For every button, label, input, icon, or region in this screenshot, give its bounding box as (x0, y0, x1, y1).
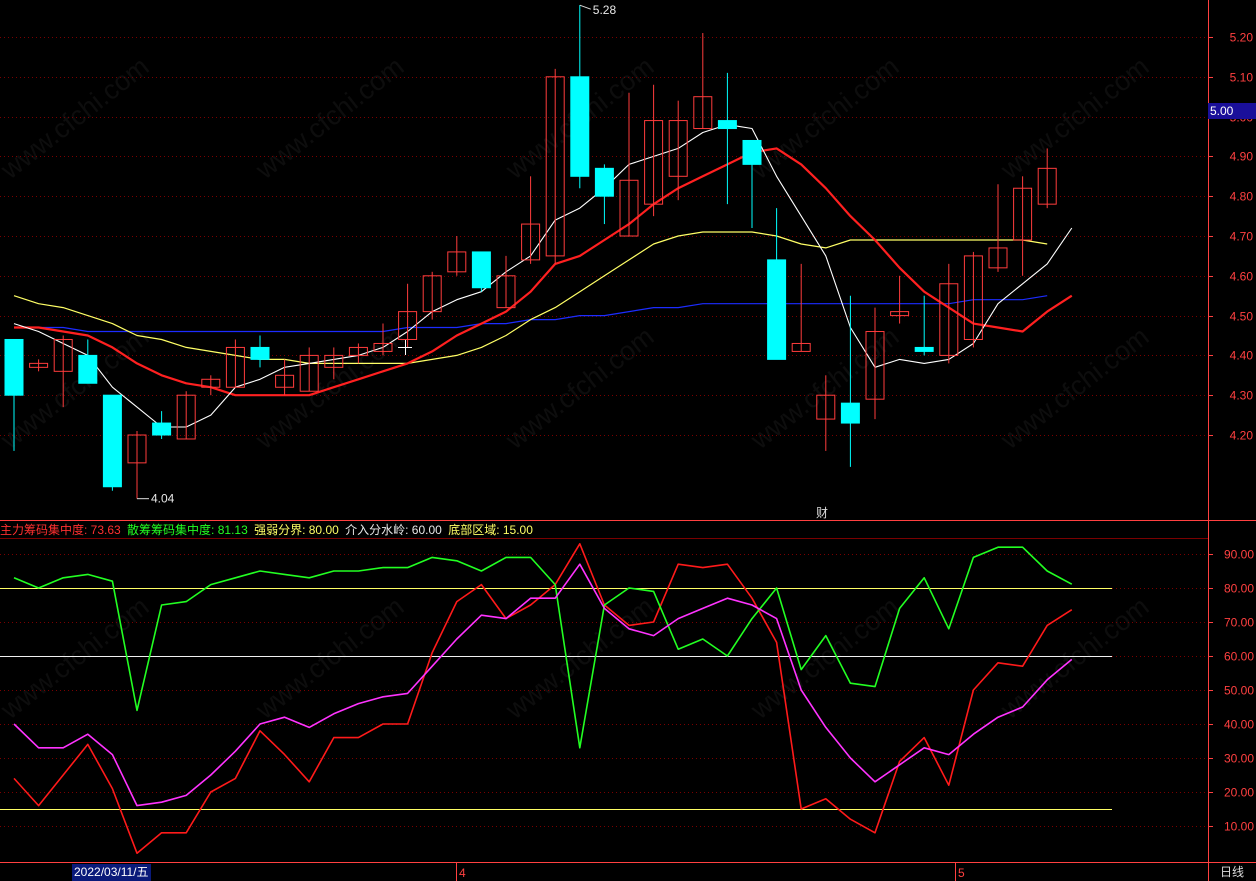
legend-main-chip: 主力筹码集中度: 73.63 (0, 523, 121, 537)
indicator-tick-label: 90.00 (1224, 548, 1254, 562)
ma10-line (14, 147, 1073, 397)
watermark-text: www.cfchi.com (994, 591, 1154, 725)
candle-body (594, 167, 614, 197)
indicator-tick-label: 40.00 (1224, 718, 1254, 732)
retail-chip-line (13, 546, 1073, 749)
candle-body (102, 394, 122, 488)
candle-body (742, 139, 762, 165)
low-price-label: 4.04 (151, 492, 175, 506)
indicator-tick-label: 50.00 (1224, 684, 1254, 698)
indicator-tick-label: 80.00 (1224, 582, 1254, 596)
legend-retail-chip: 散筹筹码集中度: 81.13 (127, 523, 248, 537)
watermark-text: www.cfchi.com (744, 51, 904, 185)
price-tick-label: 4.50 (1230, 310, 1254, 324)
high-price-label: 5.28 (593, 3, 617, 17)
financial-report-marker[interactable]: 财 (816, 506, 828, 520)
price-tick-label: 4.60 (1230, 270, 1254, 284)
indicator-tick-label: 10.00 (1224, 820, 1254, 834)
watermark-text: www.cfchi.com (249, 591, 409, 725)
price-tick-label: 4.90 (1230, 150, 1254, 164)
watermark-text: www.cfchi.com (499, 321, 659, 455)
price-tick-label: 4.80 (1230, 190, 1254, 204)
price-tick-label: 4.30 (1230, 389, 1254, 403)
candle-body (840, 402, 860, 424)
watermark-text: www.cfchi.com (499, 591, 659, 725)
cursor-date-label: 2022/03/11/五 (72, 864, 151, 881)
price-tick-label: 5.10 (1230, 71, 1254, 85)
legend-bottom-zone: 底部区域: 15.00 (448, 523, 533, 537)
legend-strong-weak: 强弱分界: 80.00 (254, 523, 339, 537)
price-tick-label: 4.70 (1230, 230, 1254, 244)
ma60-line (14, 295, 1048, 333)
current-price-tag: 5.00 (1208, 103, 1256, 119)
ma5-line (13, 124, 1073, 428)
candle-body (250, 346, 270, 360)
watermark-text: www.cfchi.com (994, 321, 1154, 455)
price-tick-label: 4.20 (1230, 429, 1254, 443)
indicator-tick-label: 70.00 (1224, 616, 1254, 630)
period-daily-button[interactable]: 日线 (1208, 863, 1256, 881)
candle-body (914, 346, 934, 352)
candle-body (471, 251, 491, 289)
candle-body (152, 422, 172, 436)
watermark-text: www.cfchi.com (0, 591, 154, 725)
indicator-tick-label: 20.00 (1224, 786, 1254, 800)
watermark-text: www.cfchi.com (744, 591, 904, 725)
high-marker-arrow (579, 4, 591, 10)
candle-body (717, 120, 737, 130)
candle-body (767, 259, 787, 360)
month-label: 5 (958, 866, 965, 880)
candle-body (78, 354, 98, 384)
chart-canvas[interactable]: www.cfchi.com www.cfchi.com www.cfchi.com w… (0, 0, 1256, 881)
price-tick-label: 4.40 (1230, 349, 1254, 363)
indicator-tick-label: 30.00 (1224, 752, 1254, 766)
month-label: 4 (459, 866, 466, 880)
watermark-text: www.cfchi.com (994, 51, 1154, 185)
watermark-text: www.cfchi.com (0, 51, 154, 185)
indicator-legend: 主力筹码集中度: 73.63 散筹筹码集中度: 81.13 强弱分界: 80.0… (0, 522, 536, 538)
watermark-text: www.cfchi.com (249, 51, 409, 185)
stock-chart-window: www.cfchi.com www.cfchi.com www.cfchi.com w… (0, 0, 1256, 881)
price-tick-label: 5.20 (1230, 31, 1254, 45)
legend-entry-line: 介入分水岭: 60.00 (345, 523, 442, 537)
candle-body (570, 76, 590, 177)
indicator-tick-label: 60.00 (1224, 650, 1254, 664)
candle-body (4, 338, 24, 396)
